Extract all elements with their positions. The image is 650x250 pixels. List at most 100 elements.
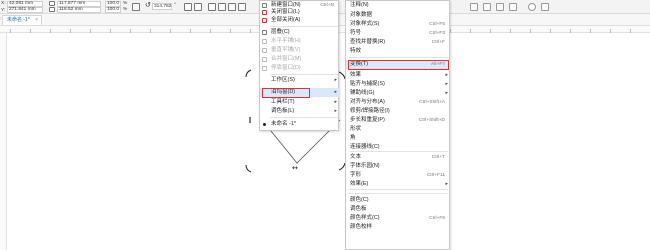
label: 特效 [350,48,362,54]
separator [349,193,448,194]
tab-document[interactable]: 未命名 -1* × [2,15,42,25]
angle-field[interactable]: 314.782 [152,3,172,10]
ruler-tick [50,29,51,33]
corner-scallop-icon[interactable] [218,3,226,11]
docker-item-18[interactable]: 字形 Ctrl+F11 [346,171,451,180]
docker-item-9[interactable]: 辅助线(G) ▸ [346,89,451,98]
angle-value: 314.782 [154,4,172,9]
height-field[interactable]: 118.52 mm [57,7,101,13]
label: 步长和重复(P) [350,117,385,123]
label: 未命名 -1* [271,121,297,127]
rotate-handle-bl[interactable] [245,164,252,173]
ruler-tick [150,29,151,33]
hint-icon[interactable] [541,3,549,11]
ruler-tick [630,29,631,33]
merge-windows-icon [262,57,267,62]
label: 对象数据 [350,12,373,18]
shortcut: Ctrl+F3 [429,31,445,36]
tile-vertical-icon [262,48,267,53]
docker-item-23[interactable]: 颜色校样 [346,223,451,232]
width-icon [49,1,55,6]
lock-ratio-icon[interactable] [132,3,140,11]
menu-item-tile-horizontal[interactable]: 水平平铺(H) [260,37,340,46]
ruler-tick [10,29,11,33]
docker-item-3[interactable]: 符号 Ctrl+F3 [346,29,451,38]
docker-item-0[interactable]: 注释(N) [346,1,451,10]
docker-item-12[interactable]: 步长和重复(P) Ctrl+Shift+D [346,116,451,125]
corner-chamfer-icon[interactable] [228,3,236,11]
docker-item-1[interactable]: 对象数据 [346,11,451,20]
menu-item-dock-window[interactable]: 停靠窗口(D) [260,64,340,73]
label: 合并窗口(M) [271,56,302,62]
label: 垂直平铺(V) [271,47,301,53]
cascade-icon [262,30,267,35]
ruler-tick [210,29,211,33]
tile-horizontal-icon [262,39,267,44]
chevron-right-icon: ▸ [334,77,337,83]
outline-icon[interactable] [470,3,478,11]
docker-item-8[interactable]: 贴齐与捕捉(S) ▸ [346,80,451,89]
chevron-right-icon: ▸ [445,81,448,87]
docker-item-2[interactable]: 对象样式(S) Ctrl+F5 [346,20,451,29]
menu-item-cascade[interactable]: 层叠(C) [260,28,340,37]
shortcut: Ctrl+F [431,40,445,45]
menu-item-tile-vertical[interactable]: 垂直平铺(V) [260,46,340,55]
label: 贴齐与捕捉(S) [350,81,385,87]
docker-item-16[interactable]: 文本 Ctrl+T [346,153,451,162]
label: 调色板 [350,206,367,212]
y-value: 271.841 mm [9,7,36,12]
menu-item-close-all[interactable]: 全部关闭(A) [260,16,340,25]
shortcut: Ctrl+F11 [426,173,445,178]
docker-item-17[interactable]: 字体乐园(N) [346,162,451,171]
dock-window-icon [262,66,267,71]
chevron-right-icon: ▸ [445,90,448,96]
separator [270,26,338,27]
menu-item-color-palettes[interactable]: 调色板(L) ▸ [260,107,340,116]
label: 全部关闭(A) [271,17,301,23]
menu-item-workspace[interactable]: 工作区(S) ▸ [260,76,340,85]
y-field[interactable]: 271.841 mm [7,7,43,13]
rotate-handle-tl[interactable] [245,69,252,78]
docker-item-5[interactable]: 特效 [346,47,451,56]
docker-item-4[interactable]: 查找并替换(R) Ctrl+F [346,38,451,47]
label: 形状 [350,126,362,132]
highlight-box-transform [348,60,449,70]
ruler-tick [610,29,611,33]
label: 角 [350,135,356,141]
ruler-tick [570,29,571,33]
tab-scroll-icon[interactable]: ‹ [0,16,1,22]
mirror-h-icon[interactable] [184,3,192,11]
label: 字体乐园(N) [350,163,380,169]
skew-handle-bottom[interactable]: ↔ [292,164,298,172]
ruler-tick [230,29,231,33]
docker-item-19[interactable]: 效果(E) ▸ [346,180,451,189]
scale-y-unit: % [123,7,128,12]
shortcut: Ctrl+F5 [429,22,445,27]
docker-item-10[interactable]: 对齐与分布(A) Ctrl+Shift+A [346,98,451,107]
to-front-icon[interactable] [496,3,504,11]
docker-item-7[interactable]: 效果 ▸ [346,71,451,80]
menu-item-merge-windows[interactable]: 合并窗口(M) [260,55,340,64]
close-icon[interactable]: × [35,16,38,25]
mirror-v-icon[interactable] [194,3,202,11]
label: 对齐与分布(A) [350,99,385,105]
height-value: 118.52 mm [59,7,83,12]
menu-item-toolbars[interactable]: 工具栏(T) ▸ [260,98,340,107]
close-window-icon [262,10,267,15]
wrap-text-icon[interactable] [483,3,491,11]
scale-y-field[interactable]: 100.0 [105,7,121,13]
ruler-tick [170,29,171,33]
docker-item-14[interactable]: 角 [346,134,451,143]
menu-item-document[interactable]: 未命名 -1* [260,120,340,129]
docker-item-20[interactable]: 颜色(C) [346,196,451,205]
docker-item-11[interactable]: 修剪/焊接路径(I) [346,107,451,116]
docker-item-22[interactable]: 颜色样式(C) Ctrl+F6 [346,214,451,223]
scale-y-value: 100.0 [107,7,120,12]
convert-curve-icon[interactable] [528,3,536,11]
docker-item-13[interactable]: 形状 [346,125,451,134]
docker-item-21[interactable]: 调色板 [346,205,451,214]
label: 辅助线(G) [350,90,375,96]
corner-round-icon[interactable] [208,3,216,11]
to-back-icon[interactable] [509,3,517,11]
relative-corner-icon[interactable] [238,3,246,11]
